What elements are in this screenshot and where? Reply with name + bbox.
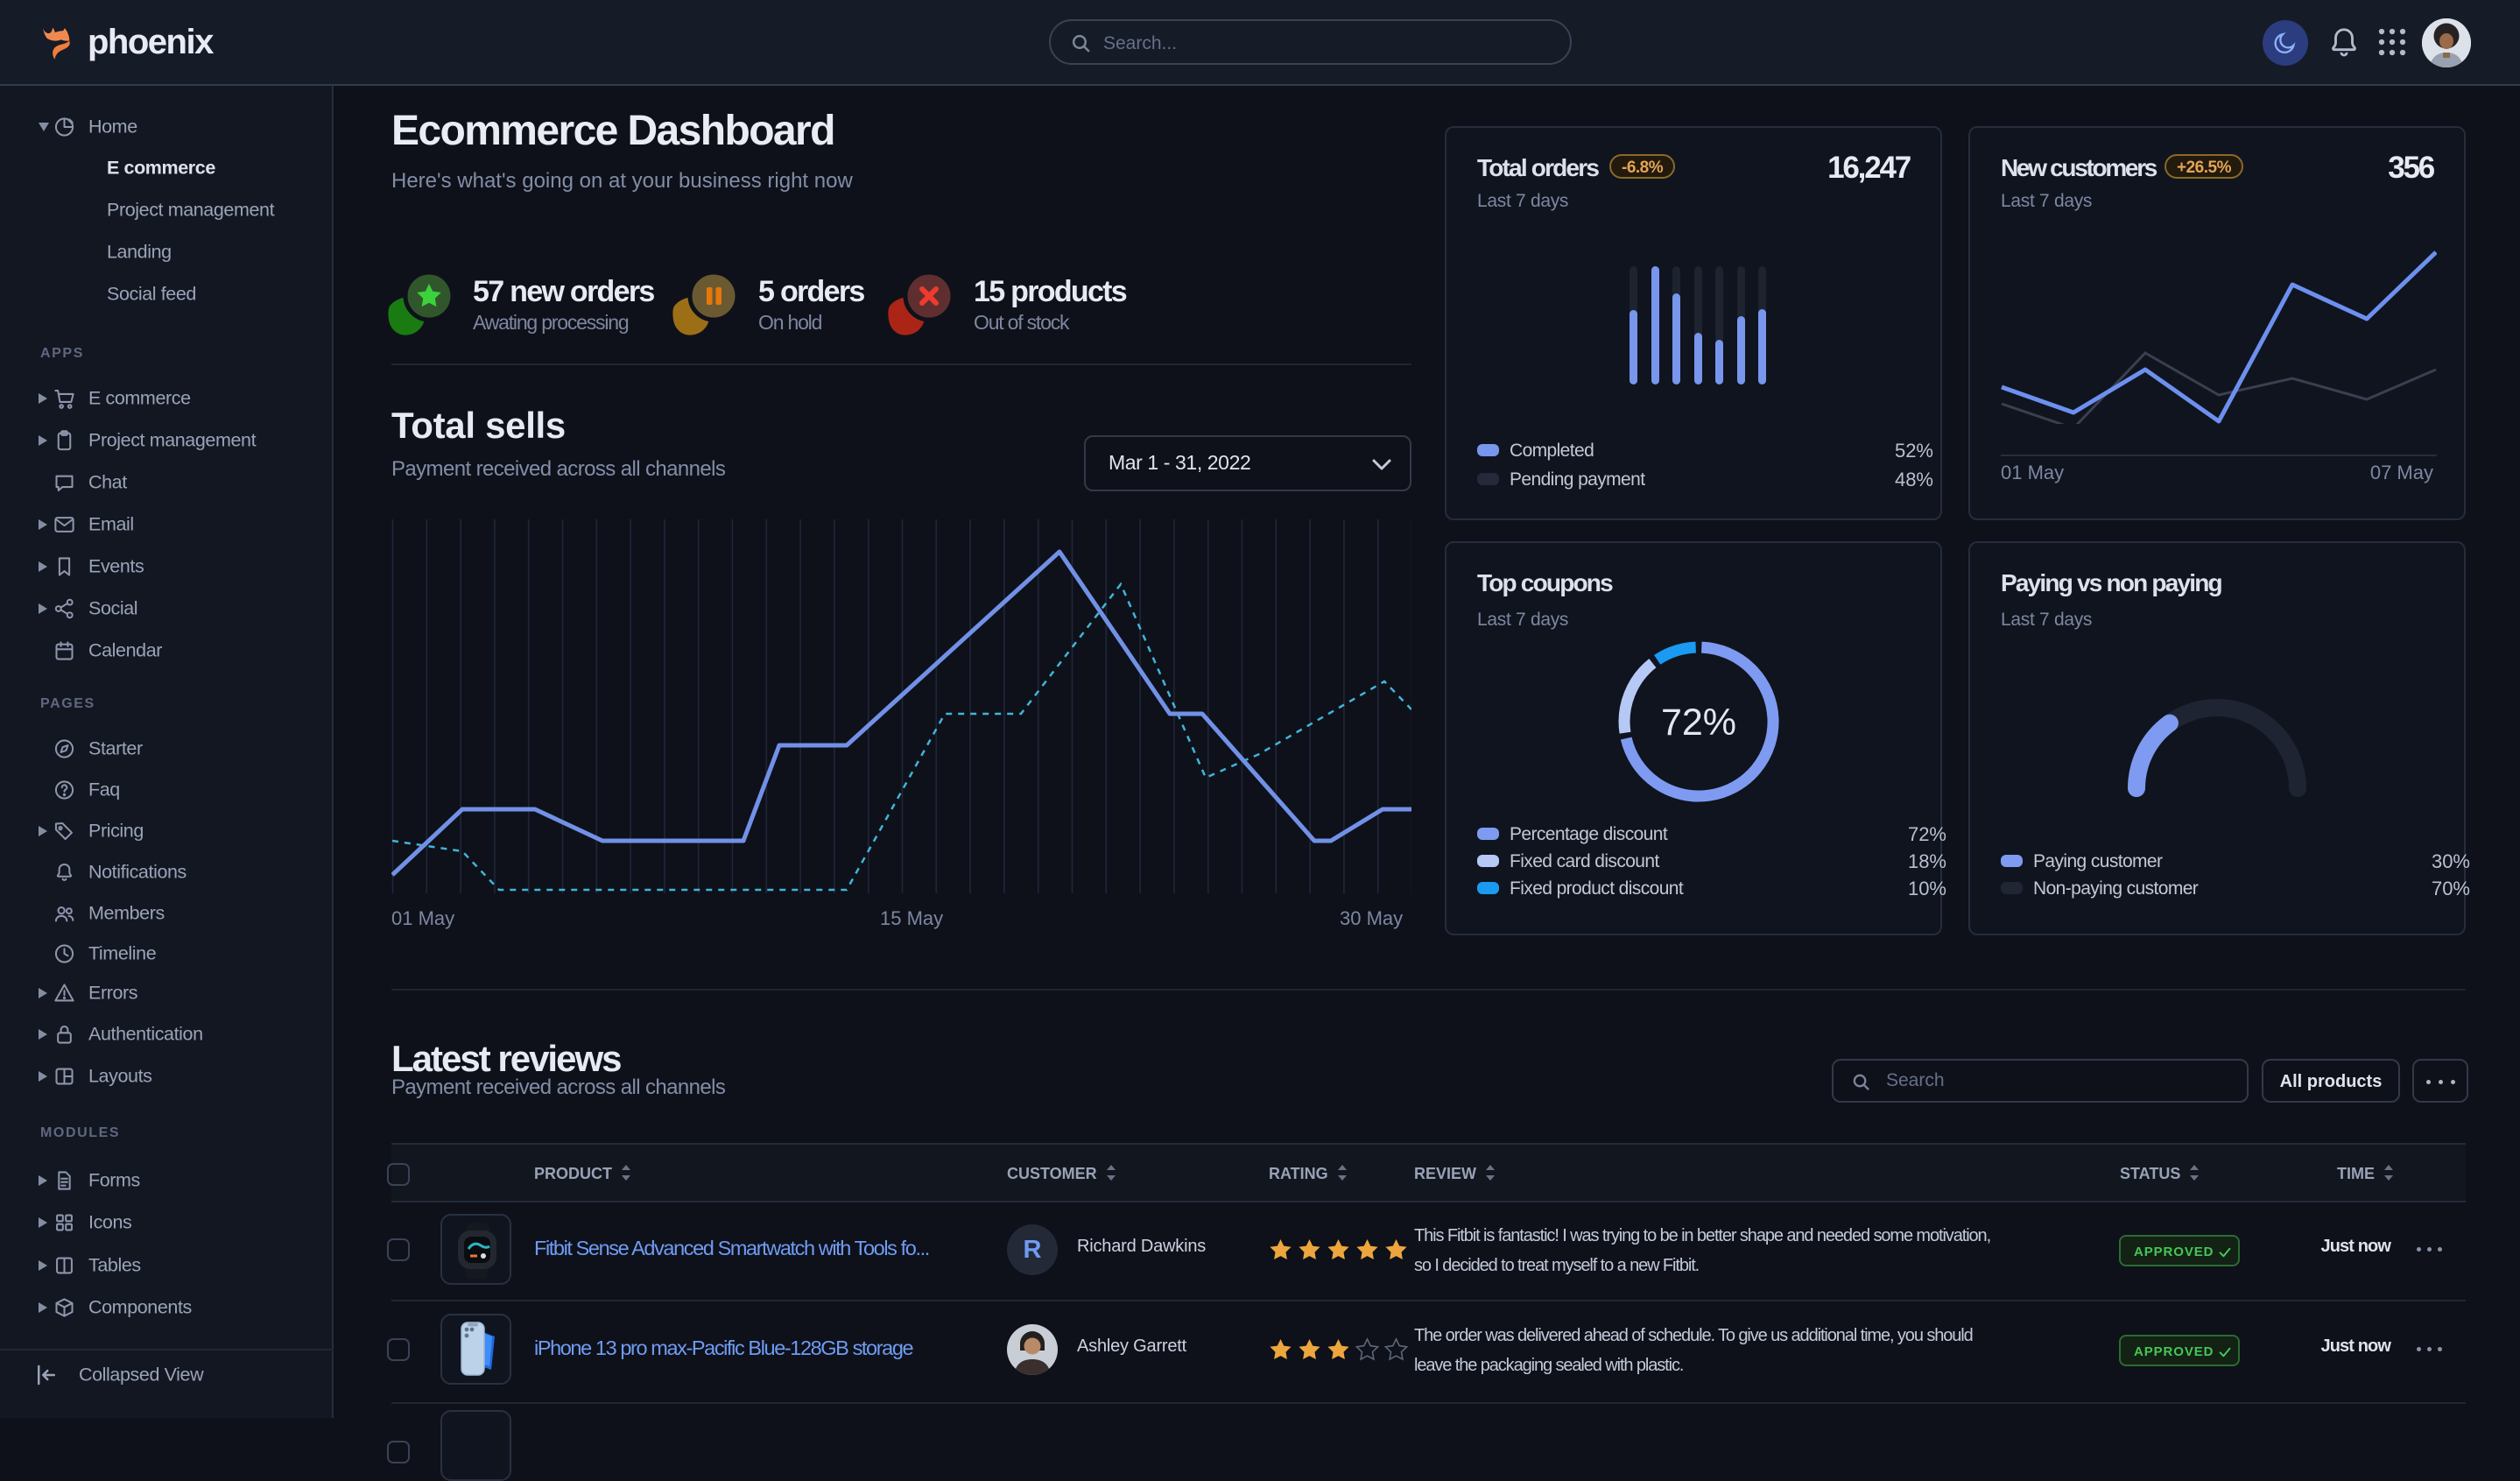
svg-text:72%: 72% [1661,702,1736,744]
